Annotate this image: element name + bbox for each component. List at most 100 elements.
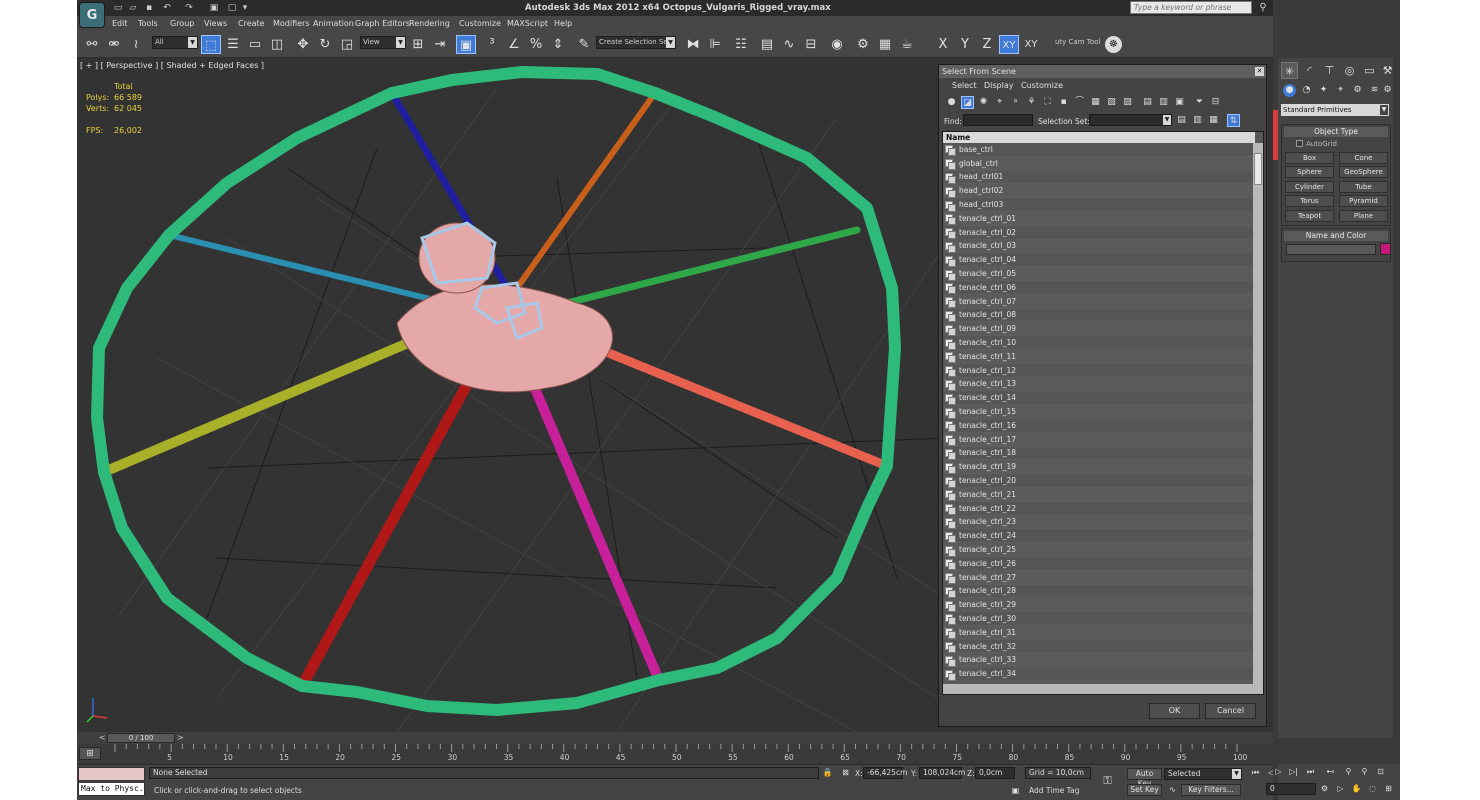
object-type-title[interactable]: Object Type bbox=[1284, 127, 1388, 137]
material-editor-icon[interactable]: ◉ bbox=[827, 35, 847, 54]
maxscript-listener-input[interactable]: Max to Physc. bbox=[78, 782, 145, 796]
set-key-curve-icon[interactable]: ∿ bbox=[1166, 784, 1179, 796]
object-color-swatch[interactable] bbox=[1380, 243, 1391, 255]
window-crossing-icon[interactable]: ◫ bbox=[267, 35, 287, 54]
schematic-view-icon[interactable]: ⊟ bbox=[801, 35, 821, 54]
geosphere-button[interactable]: GeoSphere bbox=[1339, 166, 1388, 178]
zoom-icon[interactable]: ⚲ bbox=[1342, 766, 1355, 778]
percent-snap-icon[interactable]: % bbox=[526, 35, 546, 54]
add-time-tag[interactable]: Add Time Tag bbox=[1029, 786, 1079, 795]
cancel-button[interactable]: Cancel bbox=[1205, 703, 1256, 719]
reference-coordinate-dropdown[interactable]: View ▼ bbox=[360, 36, 406, 49]
prev-frame-icon[interactable]: < bbox=[99, 733, 106, 742]
teapot-button[interactable]: Teapot bbox=[1285, 210, 1334, 222]
dialog-title[interactable]: Select From Scene bbox=[939, 65, 1266, 78]
time-slider-thumb[interactable]: 0 / 100 bbox=[107, 733, 175, 743]
display-cameras-icon[interactable]: ⌖ bbox=[993, 96, 1006, 109]
restrict-axis-z[interactable]: Z bbox=[977, 35, 997, 54]
list-item[interactable]: head_ctrl01 bbox=[943, 170, 1255, 185]
y-coordinate-field[interactable]: 108,024cm bbox=[919, 767, 965, 779]
zoom-all-icon[interactable]: ⚲ bbox=[1358, 766, 1371, 778]
link-icon[interactable]: ⚯ bbox=[82, 35, 102, 54]
dialog-menu-customize[interactable]: Customize bbox=[1021, 81, 1063, 90]
render-production-icon[interactable]: ☕ bbox=[897, 35, 917, 54]
funnel-icon[interactable]: ⏷ bbox=[1193, 96, 1206, 109]
key-mode-toggle-icon[interactable]: ⊷ bbox=[1324, 766, 1337, 778]
zoom-extents-icon[interactable]: ⊡ bbox=[1374, 766, 1387, 778]
redo-icon[interactable]: ↷ bbox=[183, 2, 195, 14]
graphite-ribbon-icon[interactable]: ▤ bbox=[757, 35, 777, 54]
list-item[interactable]: tenacle_ctrl_15 bbox=[943, 405, 1255, 419]
maximize-viewport-icon[interactable]: ⊞ bbox=[1382, 783, 1395, 795]
select-object-icon[interactable]: ⬚ bbox=[201, 35, 221, 54]
motion-tab-icon[interactable]: ◎ bbox=[1341, 62, 1358, 79]
dialog-menu-select[interactable]: Select bbox=[952, 81, 977, 90]
list-item[interactable]: tenacle_ctrl_21 bbox=[943, 487, 1255, 502]
list-item[interactable]: tenacle_ctrl_25 bbox=[943, 543, 1255, 557]
bind-space-warp-icon[interactable]: ≀ bbox=[126, 35, 146, 54]
list-item[interactable]: tenacle_ctrl_16 bbox=[943, 418, 1255, 433]
menu-maxscript[interactable]: MAXScript bbox=[507, 19, 548, 28]
create-tab-icon[interactable]: ✳ bbox=[1281, 62, 1298, 79]
display-geometry-icon[interactable]: ● bbox=[945, 96, 958, 109]
space-warps-icon[interactable]: ≋ bbox=[1368, 84, 1381, 97]
list-item[interactable]: global_ctrl bbox=[943, 156, 1255, 171]
layer-manager-icon[interactable]: ☷ bbox=[731, 35, 751, 54]
selection-filter-dropdown[interactable]: All ▼ bbox=[152, 36, 198, 49]
list-item[interactable]: tenacle_ctrl_19 bbox=[943, 460, 1255, 475]
display-lights-icon[interactable]: ✺ bbox=[977, 96, 990, 109]
select-none-icon[interactable]: ▧ bbox=[1105, 96, 1118, 109]
list-item[interactable]: tenacle_ctrl_04 bbox=[943, 253, 1255, 268]
list-item[interactable]: tenacle_ctrl_13 bbox=[943, 377, 1255, 392]
cylinder-button[interactable]: Cylinder bbox=[1285, 181, 1334, 193]
display-xrefs-icon[interactable]: ▪ bbox=[1057, 96, 1070, 109]
lock-selection-icon[interactable]: 🔒 bbox=[821, 767, 834, 779]
list-item[interactable]: tenacle_ctrl_03 bbox=[943, 239, 1255, 254]
torus-button[interactable]: Torus bbox=[1285, 195, 1334, 207]
search-input[interactable]: Type a keyword or phrase bbox=[1130, 1, 1252, 14]
list-item[interactable]: tenacle_ctrl_12 bbox=[943, 363, 1255, 378]
list-item[interactable]: tenacle_ctrl_14 bbox=[943, 391, 1255, 406]
list-view-icon[interactable]: ▤ bbox=[1141, 96, 1154, 109]
snaps-toggle-icon[interactable]: ³ bbox=[482, 35, 502, 54]
helpers-icon[interactable]: ⚙ bbox=[1351, 84, 1364, 97]
list-item[interactable]: tenacle_ctrl_23 bbox=[943, 515, 1255, 530]
list-item[interactable]: tenacle_ctrl_29 bbox=[943, 598, 1255, 613]
select-manipulate-icon[interactable]: ⇥ bbox=[430, 35, 450, 54]
select-all-icon[interactable]: ▦ bbox=[1089, 96, 1102, 109]
display-spacewarps-icon[interactable]: ⚘ bbox=[1025, 96, 1038, 109]
scale-icon[interactable]: ◲ bbox=[337, 35, 357, 54]
menu-customize[interactable]: Customize bbox=[459, 19, 501, 28]
orbit-icon[interactable]: ◌ bbox=[1366, 783, 1379, 795]
list-item[interactable]: head_ctrl02 bbox=[943, 184, 1255, 199]
binoculars-icon[interactable]: ⚲ bbox=[1257, 2, 1269, 14]
utilities-tab-icon[interactable]: ⚒ bbox=[1379, 62, 1396, 79]
list-item[interactable]: tenacle_ctrl_22 bbox=[943, 501, 1255, 516]
pivot-center-icon[interactable]: ⊞ bbox=[408, 35, 428, 54]
create-selection-set-icon[interactable]: ▤ bbox=[1175, 114, 1188, 127]
viewport-label[interactable]: [ + ] [ Perspective ] [ Shaded + Edged F… bbox=[80, 61, 264, 70]
mirror-icon[interactable]: ⧓ bbox=[683, 35, 703, 54]
time-tag-icon[interactable]: ▣ bbox=[1009, 785, 1022, 797]
list-item[interactable]: tenacle_ctrl_06 bbox=[943, 280, 1255, 295]
hierarchy-tab-icon[interactable]: ⊤ bbox=[1321, 62, 1338, 79]
list-item[interactable]: tenacle_ctrl_20 bbox=[943, 474, 1255, 488]
hold-icon[interactable]: ▣ bbox=[208, 2, 220, 14]
display-bones-icon[interactable]: ⌒ bbox=[1073, 96, 1086, 109]
tube-button[interactable]: Tube bbox=[1339, 181, 1388, 193]
list-item[interactable]: tenacle_ctrl_32 bbox=[943, 639, 1255, 654]
selection-filter-icon[interactable]: ▣ bbox=[1173, 96, 1186, 109]
rotate-icon[interactable]: ↻ bbox=[315, 35, 335, 54]
menu-create[interactable]: Create bbox=[238, 19, 265, 28]
display-shapes-icon[interactable]: ◪ bbox=[961, 96, 974, 109]
key-icon[interactable]: ⚿ bbox=[1101, 775, 1114, 787]
align-icon[interactable]: ⊫ bbox=[705, 35, 725, 54]
maxscript-listener-output[interactable] bbox=[78, 767, 145, 781]
key-mode-dropdown[interactable]: Selected ▼ bbox=[1164, 768, 1242, 780]
current-frame-field[interactable]: 0 bbox=[1266, 783, 1316, 795]
selection-set-dropdown[interactable]: ▼ bbox=[1089, 114, 1172, 126]
name-color-title[interactable]: Name and Color bbox=[1284, 231, 1388, 241]
spinner-snap-icon[interactable]: ⇕ bbox=[548, 35, 568, 54]
list-item[interactable]: tenacle_ctrl_05 bbox=[943, 267, 1255, 281]
menu-tools[interactable]: Tools bbox=[138, 19, 158, 28]
